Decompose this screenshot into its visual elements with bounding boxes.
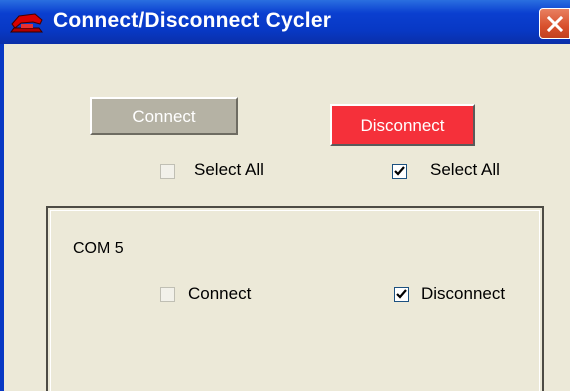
cycler-window: Connect/Disconnect Cycler Connect Discon… bbox=[0, 0, 570, 391]
port-connect-checkbox[interactable] bbox=[160, 287, 175, 302]
select-all-connect-label: Select All bbox=[194, 160, 264, 179]
port-disconnect-checkbox[interactable] bbox=[394, 287, 409, 302]
window-title: Connect/Disconnect Cycler bbox=[53, 9, 332, 32]
close-button[interactable] bbox=[539, 8, 570, 39]
checkmark-icon bbox=[394, 166, 405, 176]
red-phone-icon bbox=[10, 13, 43, 33]
title-bar[interactable]: Connect/Disconnect Cycler bbox=[0, 0, 570, 44]
checkmark-icon bbox=[396, 289, 407, 299]
port-name-label: COM 5 bbox=[73, 240, 124, 257]
select-all-connect-checkbox[interactable] bbox=[160, 164, 175, 179]
select-all-disconnect-label: Select All bbox=[430, 160, 500, 179]
window-border bbox=[0, 44, 4, 391]
disconnect-button[interactable]: Disconnect bbox=[330, 104, 475, 146]
port-disconnect-label: Disconnect bbox=[421, 284, 506, 303]
select-all-disconnect-checkbox[interactable] bbox=[392, 164, 407, 179]
port-connect-label: Connect bbox=[188, 284, 252, 303]
connect-button[interactable]: Connect bbox=[90, 97, 238, 135]
close-icon bbox=[546, 15, 564, 33]
